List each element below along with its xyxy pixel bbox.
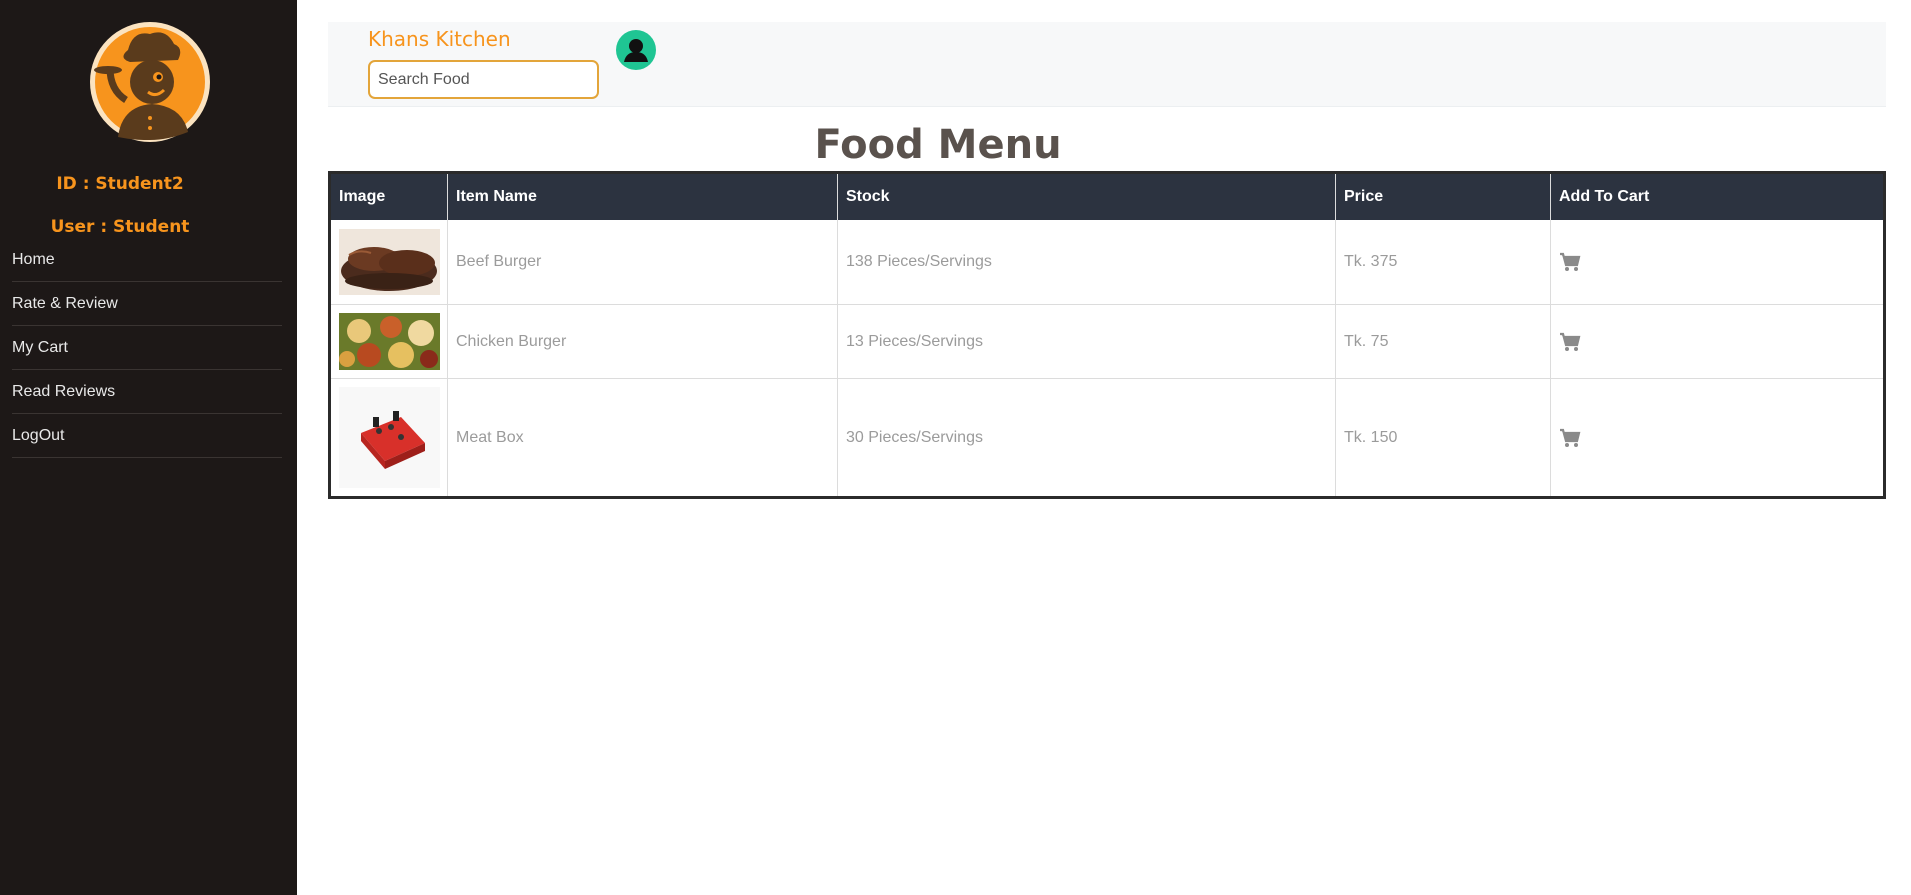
- food-image-cell: [329, 220, 448, 305]
- item-name: Beef Burger: [447, 220, 838, 305]
- table-row: Chicken Burger 13 Pieces/Servings Tk. 75: [329, 304, 1885, 379]
- cart-icon[interactable]: [1559, 332, 1581, 352]
- top-bar: Khans Kitchen: [328, 22, 1886, 107]
- add-to-cart-cell: [1550, 220, 1885, 305]
- add-to-cart-cell: [1550, 378, 1885, 498]
- column-header: Image: [329, 172, 448, 220]
- food-image: [339, 229, 440, 295]
- item-price: Tk. 75: [1335, 304, 1551, 379]
- item-stock: 30 Pieces/Servings: [837, 378, 1336, 498]
- sidebar-item-label[interactable]: Home: [12, 251, 55, 269]
- table-row: Beef Burger 138 Pieces/Servings Tk. 375: [329, 220, 1885, 305]
- sidebar-item-label[interactable]: Read Reviews: [12, 383, 115, 401]
- brand-name: Khans Kitchen: [368, 27, 511, 51]
- column-header: Price: [1335, 172, 1551, 220]
- sidebar-item-rate-review[interactable]: Rate & Review: [12, 282, 282, 326]
- item-name: Chicken Burger: [447, 304, 838, 379]
- sidebar-item-label[interactable]: My Cart: [12, 339, 68, 357]
- add-to-cart-cell: [1550, 304, 1885, 379]
- chef-logo-icon: [90, 22, 210, 142]
- user-role-label: User : Student: [50, 217, 190, 237]
- item-price: Tk. 150: [1335, 378, 1551, 498]
- user-avatar-icon[interactable]: [616, 30, 656, 70]
- table-row: Meat Box 30 Pieces/Servings Tk. 150: [329, 378, 1885, 498]
- sidebar-item-logout[interactable]: LogOut: [12, 414, 282, 458]
- column-header: Add To Cart: [1550, 172, 1885, 220]
- sidebar-item-my-cart[interactable]: My Cart: [12, 326, 282, 370]
- item-name: Meat Box: [447, 378, 838, 498]
- item-stock: 13 Pieces/Servings: [837, 304, 1336, 379]
- search-input[interactable]: [368, 60, 599, 99]
- column-header: Item Name: [447, 172, 838, 220]
- item-price: Tk. 375: [1335, 220, 1551, 305]
- food-menu-table: Image Item Name Stock Price Add To Cart …: [328, 171, 1886, 499]
- sidebar-nav: Home Rate & Review My Cart Read Reviews …: [12, 238, 282, 458]
- food-image-cell: [329, 378, 448, 498]
- table-header-row: Image Item Name Stock Price Add To Cart: [329, 172, 1885, 220]
- sidebar-item-label[interactable]: Rate & Review: [12, 295, 118, 313]
- food-image: [339, 313, 440, 370]
- sidebar: ID : Student2 User : Student Home Rate &…: [0, 0, 297, 895]
- sidebar-item-home[interactable]: Home: [12, 238, 282, 282]
- food-image-cell: [329, 304, 448, 379]
- student-id-label: ID : Student2: [56, 174, 184, 194]
- food-image: [339, 387, 440, 488]
- sidebar-item-label[interactable]: LogOut: [12, 427, 64, 445]
- cart-icon[interactable]: [1559, 252, 1581, 272]
- column-header: Stock: [837, 172, 1336, 220]
- item-stock: 138 Pieces/Servings: [837, 220, 1336, 305]
- page-title: Food Menu: [814, 122, 1062, 168]
- sidebar-item-read-reviews[interactable]: Read Reviews: [12, 370, 282, 414]
- cart-icon[interactable]: [1559, 428, 1581, 448]
